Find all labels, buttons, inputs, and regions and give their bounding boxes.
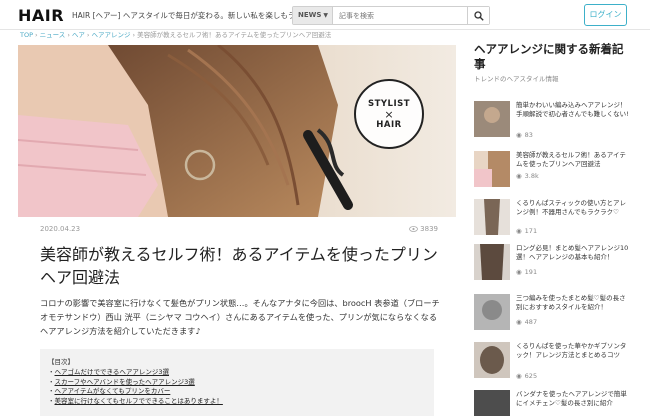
eye-icon: ◉ bbox=[516, 318, 522, 326]
sidebar-article-views: ◉ 487 bbox=[516, 318, 537, 326]
site-header: HAIR HAIR [ヘアー] ヘアスタイルで毎日が変わる。新しい私を楽しもう。… bbox=[0, 0, 650, 30]
login-button[interactable]: ログイン bbox=[584, 4, 627, 26]
article-thumbnail bbox=[474, 294, 510, 330]
sidebar-article-views: ◉ 83 bbox=[516, 131, 533, 139]
breadcrumb-news[interactable]: ニュース bbox=[40, 31, 66, 39]
sidebar-article-title: くるりんぱを使った華やかギブソンタック！アレンジ方法とまとめるコツ bbox=[516, 342, 627, 359]
search-category-label: NEWS bbox=[298, 11, 322, 19]
article-view-count: 3839 bbox=[420, 225, 438, 233]
view-count: 487 bbox=[524, 318, 538, 326]
site-tagline: HAIR [ヘアー] ヘアスタイルで毎日が変わる。新しい私を楽しもう。 bbox=[72, 11, 303, 20]
breadcrumb-separator: › bbox=[35, 31, 38, 39]
toc-link[interactable]: ヘアゴムだけでできるヘアアレンジ3選 bbox=[55, 368, 170, 376]
eye-icon: ◉ bbox=[516, 372, 522, 380]
toc-link[interactable]: スカーフやヘアバンドを使ったヘアアレンジ3選 bbox=[55, 378, 195, 386]
article-thumbnail bbox=[474, 199, 510, 235]
sidebar-article[interactable]: ロング必見！まとめ髪ヘアアレンジ10選！ヘアアレンジの基本も紹介！ ◉ 191 bbox=[474, 244, 634, 284]
sidebar-article-title: バンダナを使ったヘアアレンジで簡単にイメチェン♡髪の長さ別に紹介 bbox=[516, 390, 627, 407]
article-thumbnail bbox=[474, 151, 510, 187]
sidebar-article-views: ◉ 3.8k bbox=[516, 172, 539, 180]
breadcrumb-hair-arrange[interactable]: ヘアアレンジ bbox=[92, 31, 131, 39]
sidebar-article-title: くるりんぱスティックの使い方とアレンジ例！不器用さんでもラクラク♡ bbox=[516, 199, 626, 216]
table-of-contents: 【目次】 ・ヘアゴムだけでできるヘアアレンジ3選 ・スカーフやヘアバンドを使った… bbox=[40, 349, 434, 416]
article-lead: コロナの影響で美容室に行けなくて髪色がプリン状態…。そんなアナタに今回は、bro… bbox=[40, 298, 440, 336]
toc-title: 【目次】 bbox=[48, 358, 74, 366]
article-thumbnail bbox=[474, 101, 510, 137]
view-count: 191 bbox=[524, 268, 538, 276]
breadcrumb: TOP › ニュース › ヘア › ヘアアレンジ › 美容師が教えるセルフ術！あるアイテムを使っ… bbox=[20, 30, 331, 41]
toc-link[interactable]: ヘアアイテムがなくてもプリンをカバー bbox=[55, 387, 171, 395]
article-thumbnail bbox=[474, 390, 510, 416]
sidebar-article-views: ◉ 625 bbox=[516, 372, 537, 380]
breadcrumb-separator: › bbox=[86, 31, 90, 39]
search-button[interactable] bbox=[467, 7, 489, 24]
toc-item: ・美容室に行けなくてもセルフでできることはありますよ！ bbox=[48, 396, 223, 405]
search-icon bbox=[473, 10, 484, 21]
sidebar-article-views: ◉ 191 bbox=[516, 268, 537, 276]
badge-stylist-text: STYLIST bbox=[367, 98, 411, 109]
breadcrumb-separator: › bbox=[132, 31, 136, 39]
eye-icon: ◉ bbox=[516, 227, 522, 235]
toc-item: ・ヘアアイテムがなくてもプリンをカバー bbox=[48, 387, 171, 395]
sidebar-article[interactable]: バンダナを使ったヘアアレンジで簡単にイメチェン♡髪の長さ別に紹介 bbox=[474, 390, 634, 416]
view-count: 625 bbox=[524, 372, 538, 380]
site-logo[interactable]: HAIR bbox=[18, 6, 64, 25]
hero-image: STYLIST × HAIR bbox=[18, 45, 456, 217]
article-date: 2020.04.23 bbox=[40, 225, 81, 233]
toc-item: ・ヘアゴムだけでできるヘアアレンジ3選 bbox=[48, 368, 170, 376]
search-input[interactable] bbox=[339, 7, 459, 24]
breadcrumb-separator: › bbox=[67, 31, 70, 39]
search-bar: NEWS ▼ bbox=[292, 6, 490, 25]
sidebar-subtitle: トレンドのヘアスタイル情報 bbox=[474, 75, 559, 83]
article-meta: 2020.04.23 3839 bbox=[18, 225, 438, 237]
breadcrumb-current: 美容師が教えるセルフ術！あるアイテムを使ったプリンヘア回避法 bbox=[137, 31, 332, 39]
article-thumbnail bbox=[474, 244, 510, 280]
view-count: 3.8k bbox=[524, 172, 539, 180]
badge-hair-text: HAIR bbox=[376, 119, 402, 130]
article-thumbnail bbox=[474, 342, 510, 378]
badge-cross-text: × bbox=[384, 107, 394, 121]
eye-icon: ◉ bbox=[516, 131, 522, 139]
eye-icon: ◉ bbox=[516, 268, 522, 276]
view-count: 83 bbox=[524, 131, 533, 139]
sidebar-article[interactable]: くるりんぱを使った華やかギブソンタック！アレンジ方法とまとめるコツ ◉ 625 bbox=[474, 342, 634, 382]
eye-icon: ◉ bbox=[516, 172, 522, 180]
view-count: 171 bbox=[524, 227, 538, 235]
sidebar-article[interactable]: くるりんぱスティックの使い方とアレンジ例！不器用さんでもラクラク♡ ◉ 171 bbox=[474, 199, 634, 239]
search-category-select[interactable]: NEWS ▼ bbox=[293, 7, 333, 24]
sidebar-article[interactable]: 三つ編みを使ったまとめ髪♡髪の長さ別におすすめスタイルを紹介！ ◉ 487 bbox=[474, 294, 634, 334]
article-views: 3839 bbox=[409, 225, 438, 233]
sidebar-article-title: 簡単かわいい編み込みヘアアレンジ！手順解説で初心者さんでも難しくない! bbox=[516, 101, 629, 118]
stylist-hair-badge: STYLIST × HAIR bbox=[354, 79, 424, 149]
eye-icon bbox=[409, 226, 419, 232]
sidebar-article-views: ◉ 171 bbox=[516, 227, 537, 235]
sidebar-article-title: ロング必見！まとめ髪ヘアアレンジ10選！ヘアアレンジの基本も紹介！ bbox=[516, 244, 629, 261]
sidebar-title: ヘアアレンジに関する新着記事 bbox=[474, 42, 624, 71]
article-title: 美容師が教えるセルフ術！あるアイテムを使ったプリンヘア回避法 bbox=[40, 245, 438, 287]
breadcrumb-hair[interactable]: ヘア bbox=[72, 31, 85, 39]
toc-item: ・スカーフやヘアバンドを使ったヘアアレンジ3選 bbox=[48, 377, 195, 386]
sidebar-article-title: 三つ編みを使ったまとめ髪♡髪の長さ別におすすめスタイルを紹介！ bbox=[516, 294, 626, 311]
chevron-down-icon: ▼ bbox=[323, 12, 328, 19]
sidebar-article[interactable]: 美容師が教えるセルフ術！あるアイテムを使ったプリンヘア回避法 ◉ 3.8k bbox=[474, 151, 634, 191]
toc-link[interactable]: 美容室に行けなくてもセルフでできることはありますよ！ bbox=[55, 397, 223, 405]
sidebar-article-title: 美容師が教えるセルフ術！あるアイテムを使ったプリンヘア回避法 bbox=[516, 151, 626, 168]
sidebar-article[interactable]: 簡単かわいい編み込みヘアアレンジ！手順解説で初心者さんでも難しくない! ◉ 83 bbox=[474, 101, 634, 141]
breadcrumb-top[interactable]: TOP bbox=[20, 31, 33, 39]
